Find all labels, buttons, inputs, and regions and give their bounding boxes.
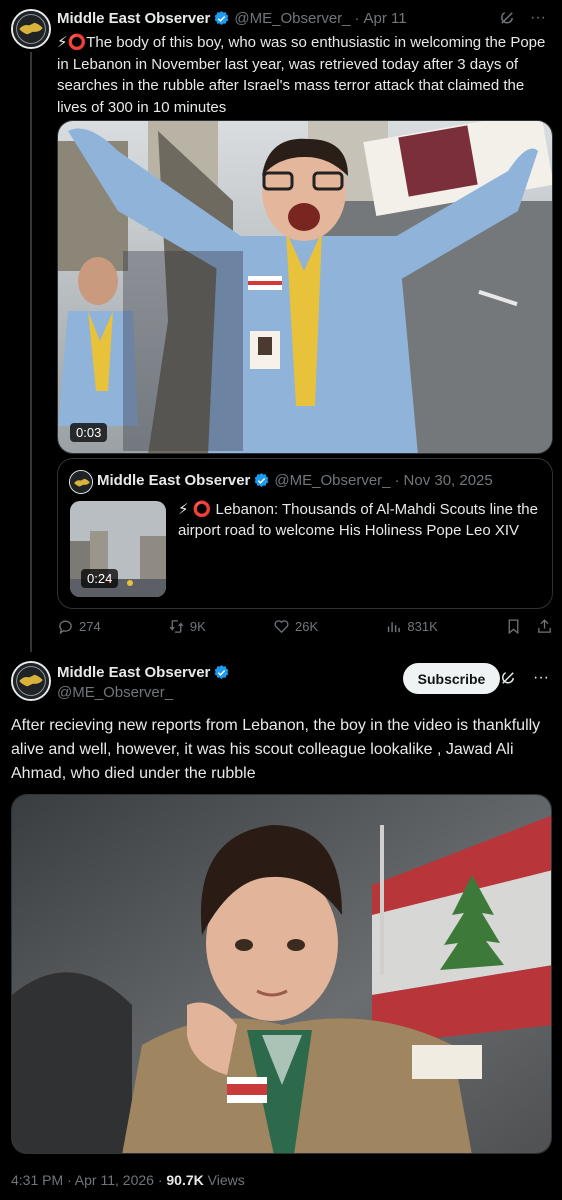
repost-button[interactable]: 9K [168,618,206,635]
views-button[interactable]: 831K [385,618,438,635]
quote-author-handle[interactable]: @ME_Observer_ [274,472,390,489]
more-options-icon[interactable]: ··· [533,669,549,687]
views-count: 90.7K [166,1172,204,1188]
separator-dot: · [354,10,360,27]
author-name[interactable]: Middle East Observer [57,664,210,681]
tweet-image[interactable] [11,794,552,1154]
verified-badge-icon [215,11,229,25]
reply-icon [59,620,72,635]
like-count: 26K [295,619,319,634]
author-handle[interactable]: @ME_Observer_ [234,10,350,27]
quote-text: ⚡ ⭕ Lebanon: Thousands of Al-Mahdi Scout… [178,501,538,539]
author-name[interactable]: Middle East Observer [57,10,210,27]
quote-avatar[interactable] [69,470,93,494]
grok-icon[interactable] [499,669,517,687]
verified-badge-icon [255,473,269,487]
reply-button[interactable]: 274 [57,618,101,635]
avatar[interactable] [11,9,51,49]
video-duration: 0:03 [70,423,108,442]
tweet-text: After recieving new reports from Lebanon… [11,717,541,782]
tweet-date[interactable]: Apr 11 [364,10,407,27]
reply-count: 274 [79,619,101,634]
video-thumbnail [58,121,552,453]
tweet-meta: 4:31 PM · Apr 11, 2026 · 90.7K Views [11,1172,245,1188]
repost-count: 9K [189,619,206,634]
quote-video-thumbnail[interactable]: 0:24 [70,501,166,597]
action-bar: 274 9K 26K 831K [57,618,553,635]
quote-header: Middle East Observer @ME_Observer_ · Nov… [97,472,493,489]
timestamp[interactable]: 4:31 PM · Apr 11, 2026 · [11,1172,166,1188]
analytics-icon [388,622,401,633]
view-count: 831K [407,619,438,634]
avatar[interactable] [11,661,51,701]
video-player[interactable]: 0:03 [57,120,553,454]
separator-dot: · [394,472,400,489]
grok-icon[interactable] [498,9,516,27]
quoted-tweet[interactable]: Middle East Observer @ME_Observer_ · Nov… [57,458,553,609]
more-options-icon[interactable]: ··· [530,9,546,27]
verified-badge-icon [215,665,229,679]
tweet-reply[interactable]: Middle East Observer @ME_Observer_ Subsc… [0,652,562,1200]
like-button[interactable]: 26K [273,618,318,635]
bookmark-icon[interactable] [505,618,522,635]
quote-date[interactable]: Nov 30, 2025 [404,472,493,489]
quote-video-duration: 0:24 [81,569,119,588]
quote-author-name[interactable]: Middle East Observer [97,472,250,489]
share-icon[interactable] [536,618,553,635]
tweet-header: Middle East Observer @ME_Observer_ · Apr… [57,10,407,27]
logo-icon [13,11,49,47]
heart-icon [274,620,289,634]
subscribe-button[interactable]: Subscribe [403,663,500,694]
tweet-text: ⚡⭕The body of this boy, who was so enthu… [57,34,546,116]
repost-icon [169,620,184,633]
author-name-row: Middle East Observer [57,664,234,681]
boy-portrait-image [12,795,551,1153]
views-label: Views [203,1172,245,1188]
logo-icon [13,663,49,699]
logo-icon [70,471,92,493]
tweet-original[interactable]: Middle East Observer @ME_Observer_ · Apr… [0,0,562,652]
author-handle[interactable]: @ME_Observer_ [57,684,173,701]
